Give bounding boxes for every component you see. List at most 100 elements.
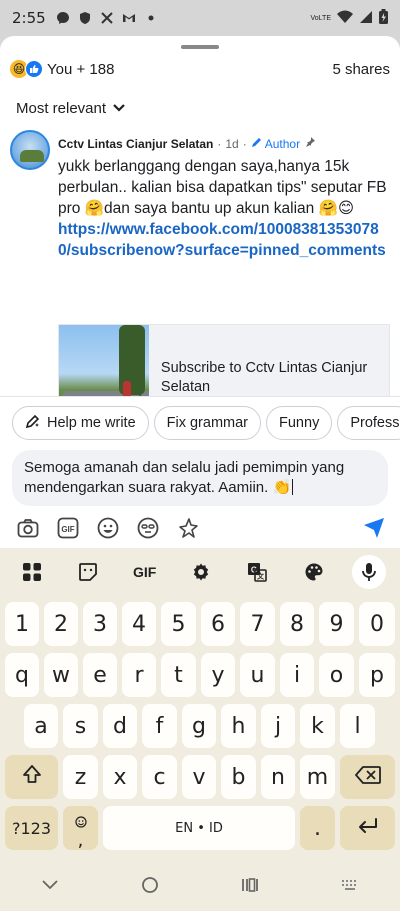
period-key[interactable]: . (300, 806, 335, 850)
sheet-drag-handle[interactable] (181, 45, 219, 49)
key-o[interactable]: o (319, 653, 354, 697)
emoji-icon[interactable] (96, 516, 120, 540)
key-g[interactable]: g (182, 704, 216, 748)
pencil-icon (251, 136, 263, 151)
wifi-icon (337, 10, 353, 27)
comment-author[interactable]: Cctv Lintas Cianjur Selatan (58, 137, 213, 151)
status-bar: 2:55 VoLTE (0, 0, 400, 36)
avatar-sticker-icon[interactable] (136, 516, 160, 540)
key-z[interactable]: z (63, 755, 98, 799)
x-icon (100, 11, 114, 25)
home-icon[interactable] (141, 876, 159, 899)
chip-label: Help me write (47, 414, 136, 431)
volte-label: VoLTE (310, 14, 332, 22)
key-l[interactable]: l (340, 704, 375, 748)
author-badge-label: Author (264, 136, 301, 151)
space-key[interactable]: EN • ID (103, 806, 295, 850)
key-c[interactable]: c (142, 755, 177, 799)
chip-label: Funny (279, 414, 320, 431)
key-2[interactable]: 2 (44, 602, 78, 646)
reaction-count: You + 188 (47, 60, 115, 78)
key-a[interactable]: a (24, 704, 58, 748)
shift-key[interactable] (5, 755, 58, 799)
key-9[interactable]: 9 (319, 602, 354, 646)
svg-text:文: 文 (257, 572, 265, 581)
key-4[interactable]: 4 (122, 602, 156, 646)
recents-icon[interactable] (241, 877, 259, 898)
key-i[interactable]: i (280, 653, 314, 697)
comment-separator: · (217, 136, 222, 151)
key-1[interactable]: 1 (5, 602, 39, 646)
messenger-icon (56, 11, 70, 25)
status-time: 2:55 (12, 9, 46, 27)
key-q[interactable]: q (5, 653, 39, 697)
chip-funny[interactable]: Funny (266, 405, 333, 440)
key-u[interactable]: u (240, 653, 275, 697)
chip-professional[interactable]: Profess (337, 405, 400, 440)
shares-count[interactable]: 5 shares (332, 61, 390, 78)
mic-icon[interactable] (351, 555, 386, 589)
key-8[interactable]: 8 (280, 602, 314, 646)
comment-input[interactable]: Semoga amanah dan selalu jadi pemimpin y… (12, 450, 388, 506)
key-h[interactable]: h (221, 704, 256, 748)
key-k[interactable]: k (300, 704, 335, 748)
backspace-key[interactable] (340, 755, 395, 799)
sort-dropdown[interactable]: Most relevant (16, 100, 126, 117)
text-caret (292, 479, 294, 495)
compose-toolbar: GIF (0, 508, 400, 548)
key-m[interactable]: m (300, 755, 335, 799)
camera-icon[interactable] (16, 516, 40, 540)
signal-icon (359, 10, 373, 27)
gmail-icon (122, 11, 136, 25)
key-0[interactable]: 0 (359, 602, 395, 646)
key-7[interactable]: 7 (240, 602, 275, 646)
shift-icon (22, 764, 42, 790)
avatar[interactable] (10, 130, 50, 170)
emoji-comma-key[interactable]: , (63, 806, 98, 850)
sticker-icon[interactable] (70, 554, 106, 590)
svg-text:GIF: GIF (61, 525, 74, 534)
key-t[interactable]: t (161, 653, 196, 697)
gif-icon[interactable]: GIF (56, 516, 80, 540)
comment-separator: · (242, 136, 247, 151)
key-w[interactable]: w (44, 653, 78, 697)
palette-icon[interactable] (296, 554, 332, 590)
comma-label: , (77, 829, 84, 851)
key-y[interactable]: y (201, 653, 235, 697)
comment-link[interactable]: https://www.facebook.com/100083813530780… (58, 219, 390, 261)
key-p[interactable]: p (359, 653, 395, 697)
chip-help-me-write[interactable]: Help me write (12, 405, 149, 440)
key-6[interactable]: 6 (201, 602, 235, 646)
key-s[interactable]: s (63, 704, 98, 748)
keyboard-switch-icon[interactable] (341, 878, 359, 896)
keyboard: GIF G文 1 2 3 4 5 6 7 8 9 0 q w e r t y u (0, 548, 400, 911)
shield-icon (78, 11, 92, 25)
key-j[interactable]: j (261, 704, 295, 748)
key-f[interactable]: f (142, 704, 177, 748)
send-icon[interactable] (362, 516, 386, 540)
key-b[interactable]: b (221, 755, 256, 799)
key-5[interactable]: 5 (161, 602, 196, 646)
settings-icon[interactable] (183, 554, 219, 590)
reactions-summary[interactable]: 😆 You + 188 5 shares (10, 58, 390, 80)
key-e[interactable]: e (83, 653, 117, 697)
comment-time: 1d (225, 136, 239, 151)
chip-label: Profess (350, 414, 400, 431)
symbols-key[interactable]: ?123 (5, 806, 58, 850)
key-d[interactable]: d (103, 704, 137, 748)
key-v[interactable]: v (182, 755, 216, 799)
key-r[interactable]: r (122, 653, 156, 697)
key-n[interactable]: n (261, 755, 295, 799)
chip-fix-grammar[interactable]: Fix grammar (153, 405, 262, 440)
chip-label: Fix grammar (166, 414, 249, 431)
translate-icon[interactable]: G文 (239, 554, 275, 590)
gif-keyboard-button[interactable]: GIF (127, 554, 163, 590)
back-chevron-icon[interactable] (41, 878, 59, 896)
key-3[interactable]: 3 (83, 602, 117, 646)
sparkle-effects-icon[interactable] (176, 516, 200, 540)
enter-key[interactable] (340, 806, 395, 850)
key-x[interactable]: x (103, 755, 137, 799)
comment-text: yukk berlanggang dengan saya,hanya 15k p… (58, 158, 387, 217)
chevron-down-icon (112, 100, 126, 117)
apps-icon[interactable] (14, 554, 50, 590)
